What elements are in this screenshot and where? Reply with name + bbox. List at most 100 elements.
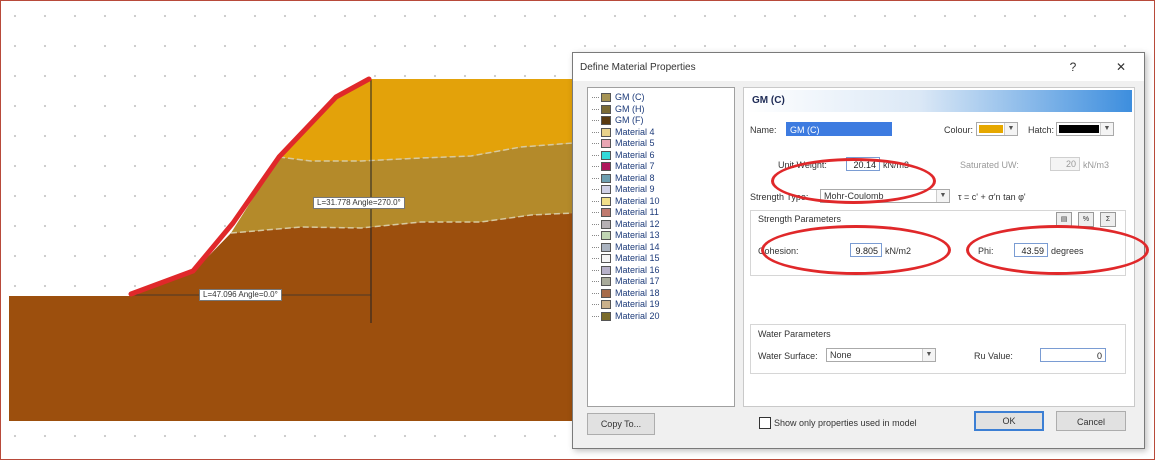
show-only-used-label: Show only properties used in model (774, 418, 917, 428)
material-swatch (601, 277, 611, 287)
material-swatch (601, 300, 611, 310)
material-name: GM (H) (615, 103, 645, 114)
material-list-item[interactable]: Material 15 (592, 253, 660, 264)
material-name: Material 14 (615, 241, 660, 252)
material-list-item[interactable]: Material 10 (592, 196, 660, 206)
material-swatch (601, 265, 611, 275)
ok-button[interactable]: OK (974, 411, 1044, 431)
water-parameters-label: Water Parameters (758, 329, 831, 339)
material-list-item[interactable]: Material 16 (592, 265, 660, 275)
material-swatch (601, 231, 611, 241)
material-swatch (601, 127, 611, 137)
annotation-oval-unit-weight (771, 158, 936, 204)
colour-picker[interactable]: ▼ (976, 122, 1018, 136)
material-list-item[interactable]: Material 11 (592, 207, 659, 218)
material-swatch (601, 93, 611, 103)
material-swatch (601, 173, 611, 183)
name-input[interactable]: GM (C) (786, 122, 892, 136)
material-list-item[interactable]: Material 5 (592, 138, 655, 149)
tree-connector (592, 212, 599, 214)
strength-formula: τ = c' + σ'n tan φ' (958, 192, 1026, 202)
material-header: GM (C) (752, 95, 785, 106)
material-name: GM (F) (615, 115, 644, 125)
saturated-uw-label: Saturated UW: (960, 160, 1019, 170)
material-name: Material 17 (615, 276, 660, 286)
material-name: Material 4 (615, 126, 655, 137)
material-list-item[interactable]: Material 20 (592, 311, 660, 321)
material-swatch (601, 185, 611, 195)
dialog-title: Define Material Properties (580, 62, 696, 73)
material-list-item[interactable]: Material 6 (592, 150, 655, 160)
material-name: Material 20 (615, 310, 660, 321)
material-swatch (601, 104, 611, 114)
strength-parameters-label: Strength Parameters (758, 214, 842, 224)
material-header-banner: GM (C) (746, 90, 1132, 112)
material-list[interactable]: GM (C) GM (H) GM (F) Material 4 Material 5 Ma… (587, 87, 735, 407)
tree-connector (592, 189, 599, 191)
material-name: Material 10 (615, 195, 660, 206)
material-name: Material 18 (615, 287, 660, 298)
material-list-item[interactable]: GM (H) (592, 104, 645, 114)
annotation-oval-phi (966, 225, 1149, 275)
dialog-titlebar[interactable]: Define Material Properties ? ✕ (573, 53, 1144, 81)
material-name: GM (C) (615, 92, 645, 102)
stats-icon[interactable]: Σ (1100, 212, 1116, 227)
annotation-oval-cohesion (761, 225, 951, 275)
tree-connector (592, 108, 599, 110)
material-name: Material 5 (615, 138, 655, 148)
material-list-item[interactable]: Material 7 (592, 161, 655, 172)
percent-icon[interactable]: % (1078, 212, 1094, 227)
water-surface-select[interactable]: None ▼ (826, 348, 936, 362)
material-swatch (601, 242, 611, 252)
material-name: Material 13 (615, 230, 660, 240)
material-swatch (601, 288, 611, 298)
material-list-item[interactable]: Material 8 (592, 173, 655, 183)
tree-connector (592, 97, 599, 99)
hatch-picker[interactable]: ▼ (1056, 122, 1114, 136)
measure-label-upper: L=31.778 Angle=270.0° (313, 197, 405, 209)
tree-connector (592, 154, 599, 156)
material-name: Material 9 (615, 184, 655, 194)
material-name: Material 6 (615, 149, 655, 160)
material-name: Material 8 (615, 172, 655, 183)
hatch-swatch (1059, 125, 1099, 133)
app-window: L=31.778 Angle=270.0° L=47.096 Angle=0.0… (0, 0, 1155, 460)
material-list-item[interactable]: Material 4 (592, 127, 655, 137)
copy-to-button[interactable]: Copy To... (587, 413, 655, 435)
tree-connector (592, 258, 599, 260)
tree-connector (592, 292, 599, 294)
material-name: Material 12 (615, 218, 660, 229)
material-list-item[interactable]: Material 14 (592, 242, 660, 252)
close-icon[interactable]: ✕ (1111, 58, 1131, 76)
material-list-item[interactable]: GM (C) (592, 92, 645, 103)
colour-label: Colour: (944, 125, 974, 135)
material-name: Material 19 (615, 299, 660, 309)
tree-connector (592, 235, 599, 237)
material-swatch (601, 162, 611, 172)
material-swatch (601, 208, 611, 218)
tree-connector (592, 269, 599, 271)
chevron-down-icon: ▼ (1004, 123, 1017, 135)
material-swatch (601, 139, 611, 149)
material-list-item[interactable]: Material 19 (592, 299, 660, 310)
material-list-item[interactable]: GM (F) (592, 115, 644, 126)
material-list-item[interactable]: Material 17 (592, 276, 660, 287)
ru-value-input[interactable]: 0 (1040, 348, 1106, 362)
tree-connector (592, 143, 599, 145)
saturated-uw-input[interactable]: 20 (1050, 157, 1080, 171)
material-name: Material 15 (615, 253, 660, 263)
material-list-item[interactable]: Material 13 (592, 230, 660, 241)
help-button[interactable]: ? (1063, 58, 1083, 76)
material-list-item[interactable]: Material 9 (592, 184, 655, 195)
material-swatch (601, 116, 611, 126)
material-name: Material 16 (615, 264, 660, 275)
water-surface-value: None (830, 350, 852, 360)
saturated-uw-units: kN/m3 (1083, 160, 1110, 170)
tree-connector (592, 177, 599, 179)
cancel-button[interactable]: Cancel (1056, 411, 1126, 431)
material-list-item[interactable]: Material 18 (592, 288, 660, 298)
tree-connector (592, 246, 599, 248)
show-only-used-checkbox[interactable] (759, 417, 771, 429)
material-swatch (601, 311, 611, 321)
material-list-item[interactable]: Material 12 (592, 219, 660, 229)
